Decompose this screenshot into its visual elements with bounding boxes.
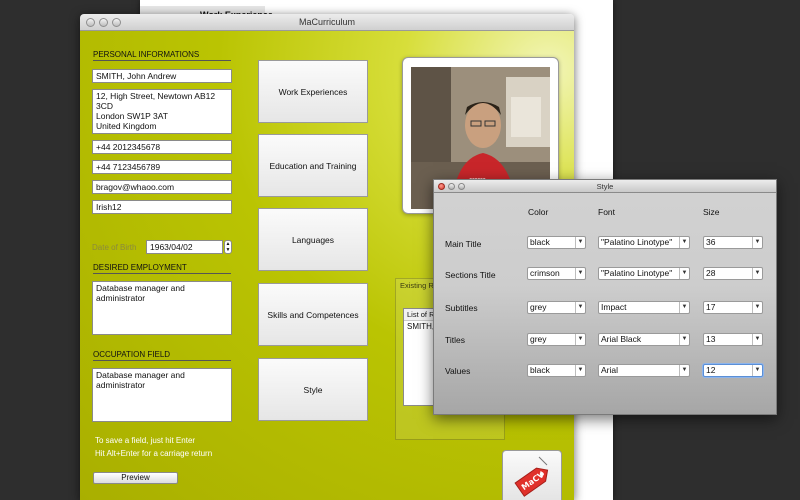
values-color-select[interactable]: black ▼ xyxy=(527,364,586,377)
font-column-header: Font xyxy=(598,207,616,217)
select-value: 12 xyxy=(706,365,716,375)
desired-employment-heading: DESIRED EMPLOYMENT xyxy=(93,263,231,274)
close-window-button[interactable] xyxy=(86,18,95,27)
size-column-header: Size xyxy=(703,207,720,217)
select-value: 36 xyxy=(706,237,716,247)
existing-resumes-label: Existing R xyxy=(400,281,434,290)
select-value: 13 xyxy=(706,334,716,344)
address-field[interactable]: 12, High Street, Newtown AB12 3CD London… xyxy=(92,89,232,134)
nationality-field[interactable]: Irish12 xyxy=(92,200,232,214)
select-value: grey xyxy=(530,302,547,312)
subtitles-color-select[interactable]: grey ▼ xyxy=(527,301,586,314)
occupation-field-input[interactable]: Database manager and administrator xyxy=(92,368,232,422)
titles-label: Titles xyxy=(445,335,465,345)
price-tag-icon: MaCV xyxy=(514,456,549,497)
dropdown-arrow-icon: ▼ xyxy=(575,268,585,279)
hint-carriage-return: Hit Alt+Enter for a carriage return xyxy=(95,449,213,458)
minimize-window-button[interactable] xyxy=(99,18,108,27)
values-font-select[interactable]: Arial ▼ xyxy=(598,364,690,377)
subtitles-font-select[interactable]: Impact ▼ xyxy=(598,301,690,314)
subtitles-size-select[interactable]: 17 ▼ xyxy=(703,301,763,314)
select-value: crimson xyxy=(530,268,560,278)
select-value: Arial Black xyxy=(601,334,642,344)
date-of-birth-label: Date of Birth xyxy=(92,243,137,252)
email-field[interactable]: bragov@whaoo.com xyxy=(92,180,232,194)
personal-info-heading: PERSONAL INFORMATIONS xyxy=(93,50,231,61)
values-size-select[interactable]: 12 ▼ xyxy=(703,364,763,377)
work-experiences-button[interactable]: Work Experiences xyxy=(258,60,368,123)
dropdown-arrow-icon: ▼ xyxy=(575,365,585,376)
dropdown-arrow-icon: ▼ xyxy=(575,302,585,313)
sections-title-color-select[interactable]: crimson ▼ xyxy=(527,267,586,280)
phone-field[interactable]: +44 2012345678 xyxy=(92,140,232,154)
dropdown-arrow-icon: ▼ xyxy=(752,237,762,248)
select-value: grey xyxy=(530,334,547,344)
titles-color-select[interactable]: grey ▼ xyxy=(527,333,586,346)
select-value: Impact xyxy=(601,302,627,312)
style-panel-title: Style xyxy=(596,182,614,191)
dropdown-arrow-icon: ▼ xyxy=(752,365,762,376)
desired-employment-field[interactable]: Database manager and administrator xyxy=(92,281,232,335)
name-field[interactable]: SMITH, John Andrew xyxy=(92,69,232,83)
dropdown-arrow-icon: ▼ xyxy=(679,334,689,345)
mobile-field[interactable]: +44 7123456789 xyxy=(92,160,232,174)
preview-button[interactable]: Preview xyxy=(93,472,178,484)
hint-save: To save a field, just hit Enter xyxy=(95,436,196,445)
window-title: MaCurriculum xyxy=(298,17,355,27)
date-stepper[interactable]: ▲ ▼ xyxy=(224,240,232,254)
sections-title-size-select[interactable]: 28 ▼ xyxy=(703,267,763,280)
color-column-header: Color xyxy=(528,207,549,217)
select-value: black xyxy=(530,237,550,247)
occupation-field-heading: OCCUPATION FIELD xyxy=(93,350,231,361)
style-titlebar[interactable]: Style xyxy=(434,180,776,193)
dropdown-arrow-icon: ▼ xyxy=(752,302,762,313)
dropdown-arrow-icon: ▼ xyxy=(752,334,762,345)
dropdown-arrow-icon: ▼ xyxy=(679,302,689,313)
dropdown-arrow-icon: ▼ xyxy=(679,268,689,279)
values-label: Values xyxy=(445,366,471,376)
dropdown-arrow-icon: ▼ xyxy=(575,237,585,248)
main-title-label: Main Title xyxy=(445,239,482,249)
dropdown-arrow-icon: ▼ xyxy=(679,237,689,248)
languages-button[interactable]: Languages xyxy=(258,208,368,271)
subtitles-label: Subtitles xyxy=(445,303,478,313)
stepper-down-icon[interactable]: ▼ xyxy=(225,247,231,253)
sections-title-label: Sections Title xyxy=(445,270,496,280)
titles-size-select[interactable]: 13 ▼ xyxy=(703,333,763,346)
zoom-window-button[interactable] xyxy=(112,18,121,27)
skills-competences-button[interactable]: Skills and Competences xyxy=(258,283,368,346)
main-titlebar[interactable]: MaCurriculum xyxy=(80,14,574,31)
dropdown-arrow-icon: ▼ xyxy=(679,365,689,376)
date-of-birth-field[interactable]: 1963/04/02 xyxy=(146,240,223,254)
select-value: Arial xyxy=(601,365,619,375)
select-value: black xyxy=(530,365,550,375)
select-value: "Palatino Linotype" xyxy=(601,237,673,247)
main-title-font-select[interactable]: "Palatino Linotype" ▼ xyxy=(598,236,690,249)
main-title-color-select[interactable]: black ▼ xyxy=(527,236,586,249)
titles-font-select[interactable]: Arial Black ▼ xyxy=(598,333,690,346)
sections-title-font-select[interactable]: "Palatino Linotype" ▼ xyxy=(598,267,690,280)
style-zoom-icon[interactable] xyxy=(458,183,465,190)
select-value: "Palatino Linotype" xyxy=(601,268,673,278)
dropdown-arrow-icon: ▼ xyxy=(752,268,762,279)
select-value: 17 xyxy=(706,302,716,312)
main-title-size-select[interactable]: 36 ▼ xyxy=(703,236,763,249)
style-panel: Style Color Font Size Main Title black ▼ … xyxy=(433,179,777,415)
style-minimize-icon[interactable] xyxy=(448,183,455,190)
app-icon-button[interactable]: MaCV xyxy=(502,450,562,500)
style-close-icon[interactable] xyxy=(438,183,445,190)
style-button[interactable]: Style xyxy=(258,358,368,421)
education-training-button[interactable]: Education and Training xyxy=(258,134,368,197)
select-value: 28 xyxy=(706,268,716,278)
dropdown-arrow-icon: ▼ xyxy=(575,334,585,345)
